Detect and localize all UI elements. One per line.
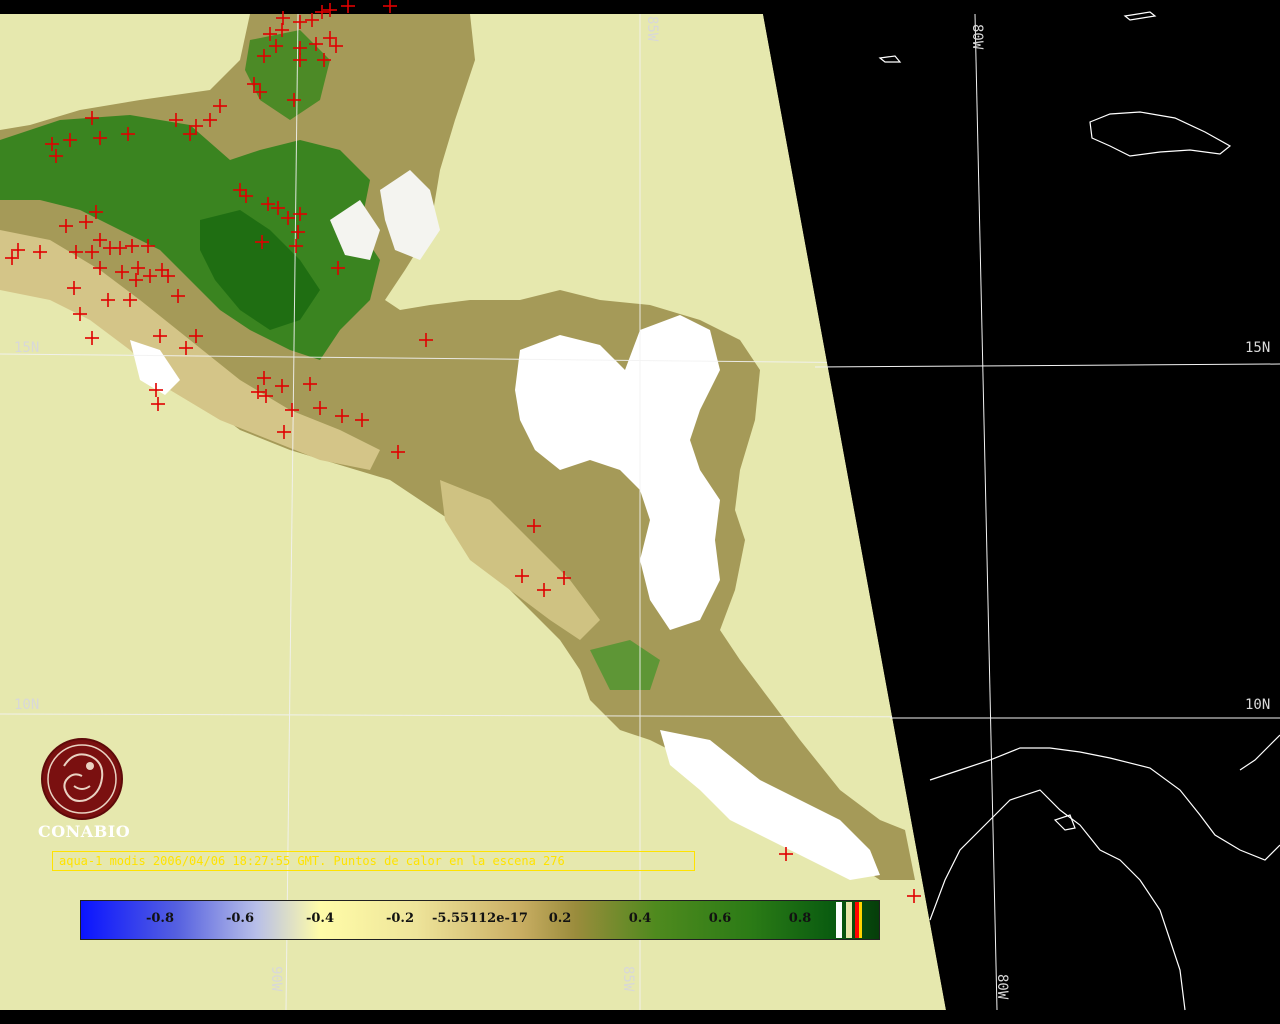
colorbar-yellow-class [859, 902, 862, 938]
colorbar-tick-label: 0.4 [628, 911, 652, 926]
lon-label-90w-bottom: 90W [268, 966, 284, 992]
colorbar-ocean-class [846, 902, 852, 938]
lat-label-10n-right: 10N [1245, 697, 1271, 713]
lon-label-80w-bottom: 80W [994, 974, 1010, 1000]
conabio-seal-logo [41, 738, 123, 820]
lon-label-85w-top: 85W [644, 16, 660, 42]
scene-caption: aqua-1 modis 2006/04/06 18:27:55 GMT. Pu… [52, 851, 695, 871]
lat-label-15n-right: 15N [1245, 340, 1271, 356]
colorbar-tick-label: 0.6 [708, 911, 732, 926]
lon-label-85w-bottom: 85W [620, 966, 636, 992]
lat-label-10n: 10N [14, 697, 40, 713]
lon-label-80w-top: 80W [969, 24, 985, 50]
colorbar-tick-label: -0.8 [145, 911, 174, 926]
colorbar-tick-label: -5.55112e-17 [432, 911, 528, 926]
colorbar-tick-label: -0.6 [225, 911, 254, 926]
colorbar-tick-label: -0.4 [305, 911, 334, 926]
lat-label-15n: 15N [14, 340, 40, 356]
colorbar-tick-label: 0.2 [548, 911, 572, 926]
logo-name: CONABIO [38, 822, 131, 841]
colorbar-cloud-class [836, 902, 842, 938]
top-strip [0, 0, 1280, 14]
colorbar-tick-label: -0.2 [385, 911, 414, 926]
bottom-strip [0, 1010, 1280, 1024]
colorbar-tick-label: 0.8 [788, 911, 812, 926]
